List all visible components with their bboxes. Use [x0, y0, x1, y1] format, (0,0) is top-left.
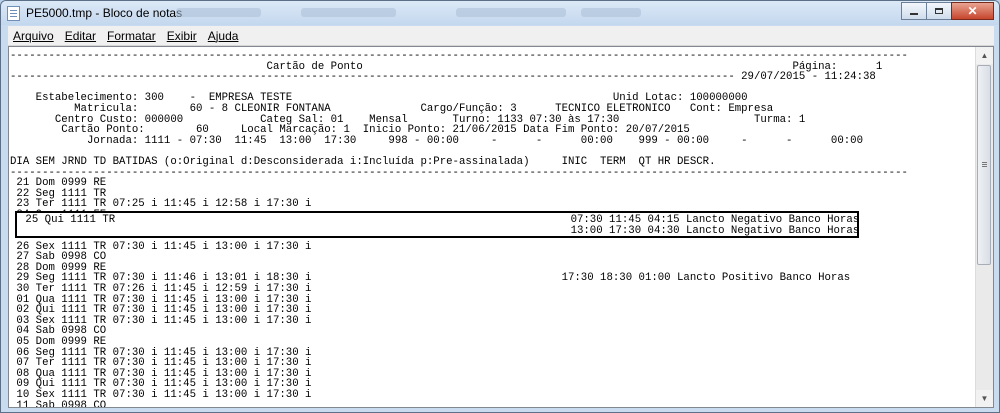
blurred-title-text [581, 8, 641, 17]
scroll-down-button[interactable]: ▼ [976, 390, 993, 407]
scroll-up-button[interactable]: ▲ [976, 47, 993, 64]
menu-exibir[interactable]: Exibir [167, 29, 197, 43]
maximize-icon [935, 8, 943, 14]
document-line: 03 Sex 1111 TR 07:30 i 11:45 i 13:00 i 1… [10, 314, 312, 327]
maximize-button[interactable] [926, 2, 952, 20]
highlight-line-2: 13:00 17:30 04:30 Lancto Negativo Banco … [19, 224, 859, 237]
document-line: Jornada: 1111 - 07:30 11:45 13:00 17:30 … [10, 134, 864, 147]
highlight-box: 25 Qui 1111 TR 07:30 11:45 04:15 Lancto … [15, 211, 859, 238]
title-bar[interactable]: PE5000.tmp - Bloco de notas ✕ [1, 1, 999, 25]
text-editor[interactable]: ----------------------------------------… [8, 46, 994, 408]
blurred-title-text [176, 8, 261, 17]
menu-editar[interactable]: Editar [65, 29, 96, 43]
document-line: 26 Sex 1111 TR 07:30 i 11:45 i 13:00 i 1… [10, 240, 312, 253]
vertical-scrollbar[interactable]: ▲ ▼ [975, 47, 993, 407]
document-line: ----------------------------------------… [10, 71, 876, 84]
highlight-line-1: 25 Qui 1111 TR 07:30 11:45 04:15 Lancto … [19, 214, 859, 226]
notepad-window: PE5000.tmp - Bloco de notas ✕ Arquivo Ed… [0, 0, 1000, 413]
document-line: ----------------------------------------… [10, 166, 908, 179]
document-line: 23 Ter 1111 TR 07:25 i 11:45 i 12:58 i 1… [10, 198, 312, 211]
document-line: Matricula: 60 - 8 CLEONIR FONTANA Cargo/… [10, 102, 774, 115]
document-line: 10 Sex 1111 TR 07:30 i 11:45 i 13:00 i 1… [10, 389, 312, 401]
notepad-icon [7, 6, 20, 21]
document-line: 21 Dom 0999 RE [10, 177, 107, 190]
minimize-icon [910, 13, 918, 15]
menu-formatar[interactable]: Formatar [107, 29, 156, 43]
close-button[interactable]: ✕ [951, 2, 994, 20]
close-icon: ✕ [967, 4, 978, 18]
scroll-thumb[interactable] [977, 65, 991, 265]
grip-icon [982, 162, 987, 163]
menu-ajuda[interactable]: Ajuda [208, 29, 239, 43]
blurred-title-text [456, 8, 566, 17]
document-line: 04 Sab 0998 CO [10, 325, 107, 338]
document-line: DIA SEM JRND TD BATIDAS (o:Original d:De… [10, 155, 716, 168]
document-line: 11 Sab 0998 CO [10, 399, 107, 407]
menu-arquivo[interactable]: Arquivo [13, 29, 54, 43]
minimize-button[interactable] [901, 2, 927, 20]
document-line: ----------------------------------------… [10, 51, 908, 62]
blurred-title-text [301, 8, 396, 17]
menu-bar: Arquivo Editar Formatar Exibir Ajuda [8, 26, 994, 46]
document-line: 27 Sab 0998 CO [10, 251, 107, 264]
window-title: PE5000.tmp - Bloco de notas [26, 6, 183, 20]
